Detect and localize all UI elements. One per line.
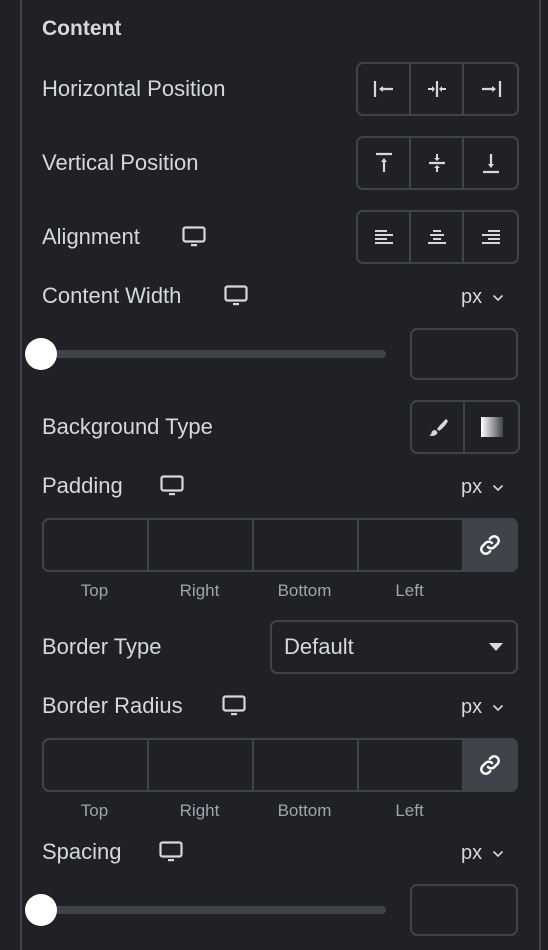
border-type-label: Border Type (42, 634, 162, 659)
padding-bottom-label: Bottom (277, 581, 332, 600)
section-title: Content (42, 17, 122, 40)
alignment-label: Alignment (42, 224, 140, 249)
text-align-right-icon (481, 230, 500, 244)
align-center-horizontal-icon (427, 81, 446, 97)
padding-right-label: Right (179, 581, 220, 600)
text-align-center-icon (427, 230, 446, 244)
link-icon (480, 755, 500, 775)
border-radius-unit-select[interactable]: px (461, 696, 504, 719)
vertical-position-label: Vertical Position (42, 150, 199, 175)
content-width-label: Content Width (42, 283, 182, 308)
caret-down-icon (489, 643, 503, 651)
padding-right-input[interactable] (149, 520, 254, 570)
desktop-icon[interactable] (224, 285, 248, 307)
border-radius-bottom-label: Bottom (277, 801, 332, 820)
padding-top-input[interactable] (44, 520, 149, 570)
padding-unit-select[interactable]: px (461, 476, 504, 499)
spacing-label: Spacing (42, 839, 122, 864)
paint-brush-icon (428, 419, 448, 436)
border-radius-left-input[interactable] (359, 740, 464, 790)
content-width-unit-select[interactable]: px (461, 286, 504, 309)
align-center-button[interactable] (411, 212, 464, 262)
border-radius-dimensions (42, 738, 518, 792)
horizontal-position-label: Horizontal Position (42, 76, 226, 101)
border-radius-label: Border Radius (42, 693, 183, 718)
vertical-top-button[interactable] (358, 138, 411, 188)
align-right-button[interactable] (464, 212, 517, 262)
align-middle-icon (428, 154, 445, 172)
border-type-select[interactable]: Default (270, 620, 518, 674)
alignment-group (356, 210, 519, 264)
chevron-down-icon (493, 704, 504, 711)
align-start-horizontal-icon (373, 81, 393, 97)
border-radius-left-label: Left (395, 801, 424, 820)
content-width-slider-track[interactable] (42, 350, 386, 358)
border-radius-field-labels: Top Right Bottom Left (42, 801, 462, 821)
spacing-slider-track[interactable] (42, 906, 386, 914)
vertical-middle-button[interactable] (411, 138, 464, 188)
padding-left-label: Left (395, 581, 424, 600)
chevron-down-icon (493, 484, 504, 491)
horizontal-position-group (356, 62, 519, 116)
chevron-down-icon (493, 850, 504, 857)
align-end-horizontal-icon (481, 81, 501, 97)
padding-link-button[interactable] (464, 520, 516, 570)
padding-field-labels: Top Right Bottom Left (42, 581, 462, 601)
desktop-icon[interactable] (182, 226, 206, 248)
padding-bottom-input[interactable] (254, 520, 359, 570)
padding-left-input[interactable] (359, 520, 464, 570)
vertical-bottom-button[interactable] (464, 138, 517, 188)
content-width-input[interactable] (410, 328, 518, 380)
border-radius-bottom-input[interactable] (254, 740, 359, 790)
border-radius-link-button[interactable] (464, 740, 516, 790)
background-classic-button[interactable] (412, 402, 465, 452)
background-type-label: Background Type (42, 414, 213, 439)
align-top-icon (375, 152, 392, 172)
gradient-icon (480, 417, 503, 437)
border-radius-top-label: Top (80, 801, 109, 820)
background-gradient-button[interactable] (465, 402, 518, 452)
vertical-position-group (356, 136, 519, 190)
unit-label: px (461, 476, 483, 498)
spacing-slider-thumb[interactable] (25, 894, 57, 926)
align-bottom-icon (482, 154, 499, 174)
border-radius-top-input[interactable] (44, 740, 149, 790)
unit-label: px (461, 842, 483, 864)
chevron-down-icon (493, 294, 504, 301)
border-type-value: Default (284, 634, 354, 659)
horizontal-center-button[interactable] (411, 64, 464, 114)
text-align-left-icon (374, 230, 393, 244)
align-left-button[interactable] (358, 212, 411, 262)
desktop-icon[interactable] (159, 841, 183, 863)
spacing-input[interactable] (410, 884, 518, 936)
padding-top-label: Top (80, 581, 109, 600)
spacing-unit-select[interactable]: px (461, 842, 504, 865)
horizontal-end-button[interactable] (464, 64, 517, 114)
background-type-group (410, 400, 520, 454)
unit-label: px (461, 286, 483, 308)
padding-dimensions (42, 518, 518, 572)
desktop-icon[interactable] (160, 475, 184, 497)
horizontal-start-button[interactable] (358, 64, 411, 114)
border-radius-right-label: Right (179, 801, 220, 820)
desktop-icon[interactable] (222, 695, 246, 717)
link-icon (480, 535, 500, 555)
unit-label: px (461, 696, 483, 718)
padding-label: Padding (42, 473, 123, 498)
content-width-slider-thumb[interactable] (25, 338, 57, 370)
border-radius-right-input[interactable] (149, 740, 254, 790)
